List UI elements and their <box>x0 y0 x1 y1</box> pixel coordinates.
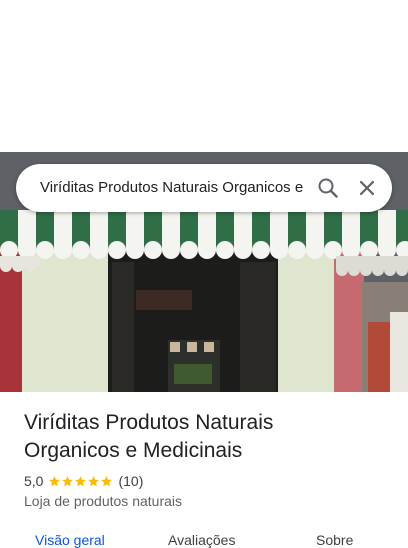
rating-row[interactable]: 5,0 (10) <box>24 472 143 490</box>
search-icon[interactable] <box>316 176 340 200</box>
tab-about[interactable]: Sobre <box>316 532 353 548</box>
place-category[interactable]: Loja de produtos naturais <box>24 493 182 509</box>
star-icon <box>62 475 74 486</box>
review-count: (10) <box>118 473 144 489</box>
tab-bar: Visão geral Avaliações Sobre <box>0 530 408 548</box>
star-icon <box>49 475 61 486</box>
place-details-sheet: Viríditas Produtos Naturais Organicos e … <box>0 392 408 548</box>
tab-overview[interactable]: Visão geral <box>35 532 105 548</box>
rating-stars <box>48 475 113 488</box>
search-input[interactable]: Viríditas Produtos Naturais Organicos e … <box>40 178 304 198</box>
search-bar[interactable]: Viríditas Produtos Naturais Organicos e … <box>16 164 392 212</box>
place-title: Viríditas Produtos Naturais Organicos e … <box>24 411 274 462</box>
star-icon <box>75 475 87 486</box>
star-icon <box>88 475 100 486</box>
star-icon <box>101 475 113 486</box>
tab-reviews[interactable]: Avaliações <box>168 532 235 548</box>
rating-value: 5,0 <box>24 473 44 489</box>
map-area-blank <box>0 0 408 152</box>
close-icon[interactable] <box>355 176 379 200</box>
